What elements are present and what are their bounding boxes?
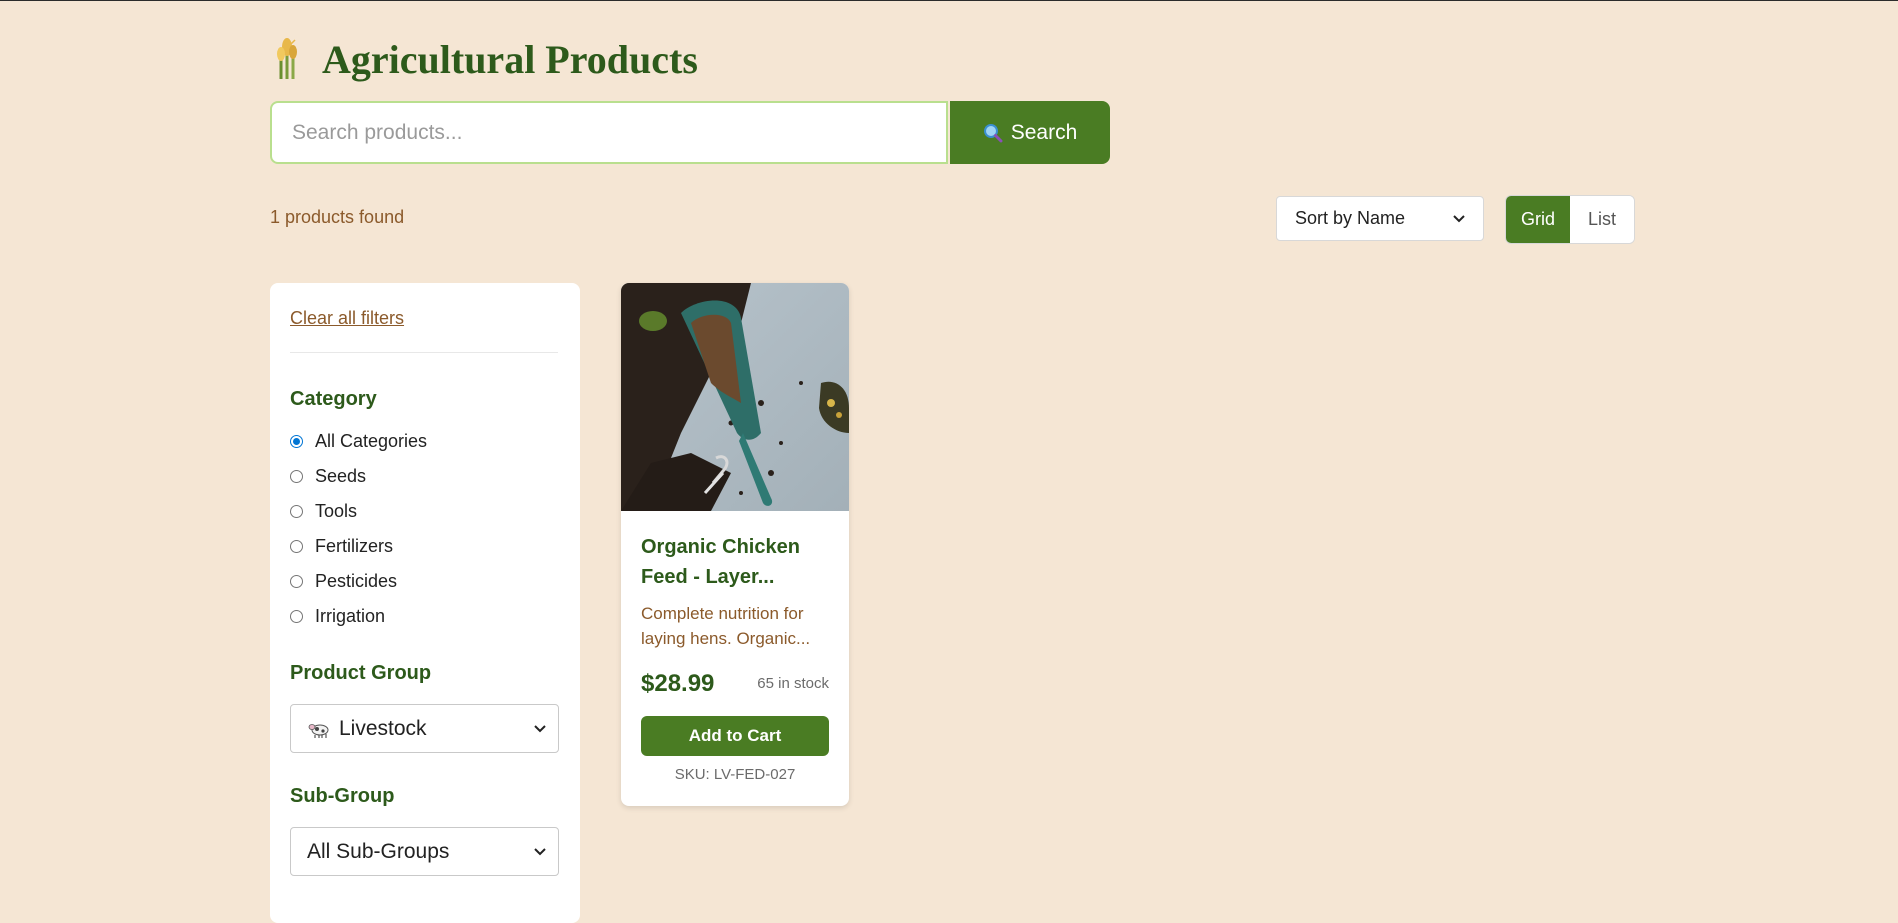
wheat-icon — [277, 38, 297, 79]
product-group-selected-label: Livestock — [339, 716, 427, 740]
category-option-label: Seeds — [315, 466, 367, 486]
magnifier-icon — [983, 123, 1003, 142]
product-sku: SKU: LV-FED-027 — [674, 766, 796, 783]
page-title: Agricultural Products — [322, 36, 698, 82]
divider — [290, 352, 558, 353]
sub-group-select[interactable]: All Sub-Groups — [290, 827, 559, 876]
chevron-down-icon — [534, 847, 546, 855]
radio-button[interactable] — [290, 540, 303, 553]
product-card[interactable]: Organic Chicken Feed - Layer... Complete… — [621, 283, 849, 806]
category-option-pesticides[interactable]: Pesticides — [290, 571, 397, 592]
radio-button[interactable] — [290, 435, 303, 448]
category-option-label: Irrigation — [315, 606, 386, 626]
radio-button[interactable] — [290, 575, 303, 588]
product-group-heading: Product Group — [290, 662, 432, 684]
category-option-seeds[interactable]: Seeds — [290, 466, 366, 487]
cow-icon — [308, 723, 329, 738]
chevron-down-icon — [534, 724, 546, 732]
window-top-border — [0, 0, 1898, 1]
search-button[interactable]: Search — [950, 101, 1110, 164]
radio-button[interactable] — [290, 470, 303, 483]
category-heading: Category — [290, 388, 377, 410]
product-group-select[interactable]: Livestock — [290, 704, 559, 753]
sort-selected-label: Sort by Name — [1295, 208, 1406, 228]
clear-filters-link[interactable]: Clear all filters — [290, 308, 404, 329]
radio-button[interactable] — [290, 610, 303, 623]
product-stock: 65 in stock — [757, 675, 829, 692]
search-input[interactable] — [270, 101, 948, 164]
chevron-down-icon — [1453, 214, 1465, 222]
product-description: Complete nutrition for laying hens. Orga… — [641, 604, 811, 648]
search-button-label: Search — [1010, 120, 1078, 144]
grid-view-button[interactable]: Grid — [1506, 196, 1570, 243]
filters-sidebar: Clear all filters Category All Categorie… — [270, 283, 580, 923]
sub-group-heading: Sub-Group — [290, 785, 395, 807]
product-image[interactable] — [621, 283, 849, 511]
product-price: $28.99 — [641, 670, 715, 697]
category-option-label: Tools — [315, 501, 358, 521]
category-option-tools[interactable]: Tools — [290, 501, 357, 522]
category-option-label: All Categories — [315, 431, 428, 451]
category-option-label: Fertilizers — [315, 536, 394, 556]
category-option-irrigation[interactable]: Irrigation — [290, 606, 385, 627]
page-header: Agricultural Products — [270, 34, 698, 84]
category-option-fertilizers[interactable]: Fertilizers — [290, 536, 393, 557]
view-toggle: Grid List — [1505, 195, 1635, 244]
radio-button[interactable] — [290, 505, 303, 518]
results-count: 1 products found — [270, 207, 405, 227]
list-view-button[interactable]: List — [1570, 196, 1634, 243]
add-to-cart-button[interactable]: Add to Cart — [641, 716, 829, 756]
product-group-value: Livestock — [307, 717, 427, 741]
sub-group-selected-label: All Sub-Groups — [307, 839, 450, 863]
category-option-all[interactable]: All Categories — [290, 431, 427, 452]
category-option-label: Pesticides — [315, 571, 398, 591]
sort-select[interactable]: Sort by Name — [1276, 196, 1484, 241]
product-name[interactable]: Organic Chicken Feed - Layer... — [641, 532, 831, 592]
